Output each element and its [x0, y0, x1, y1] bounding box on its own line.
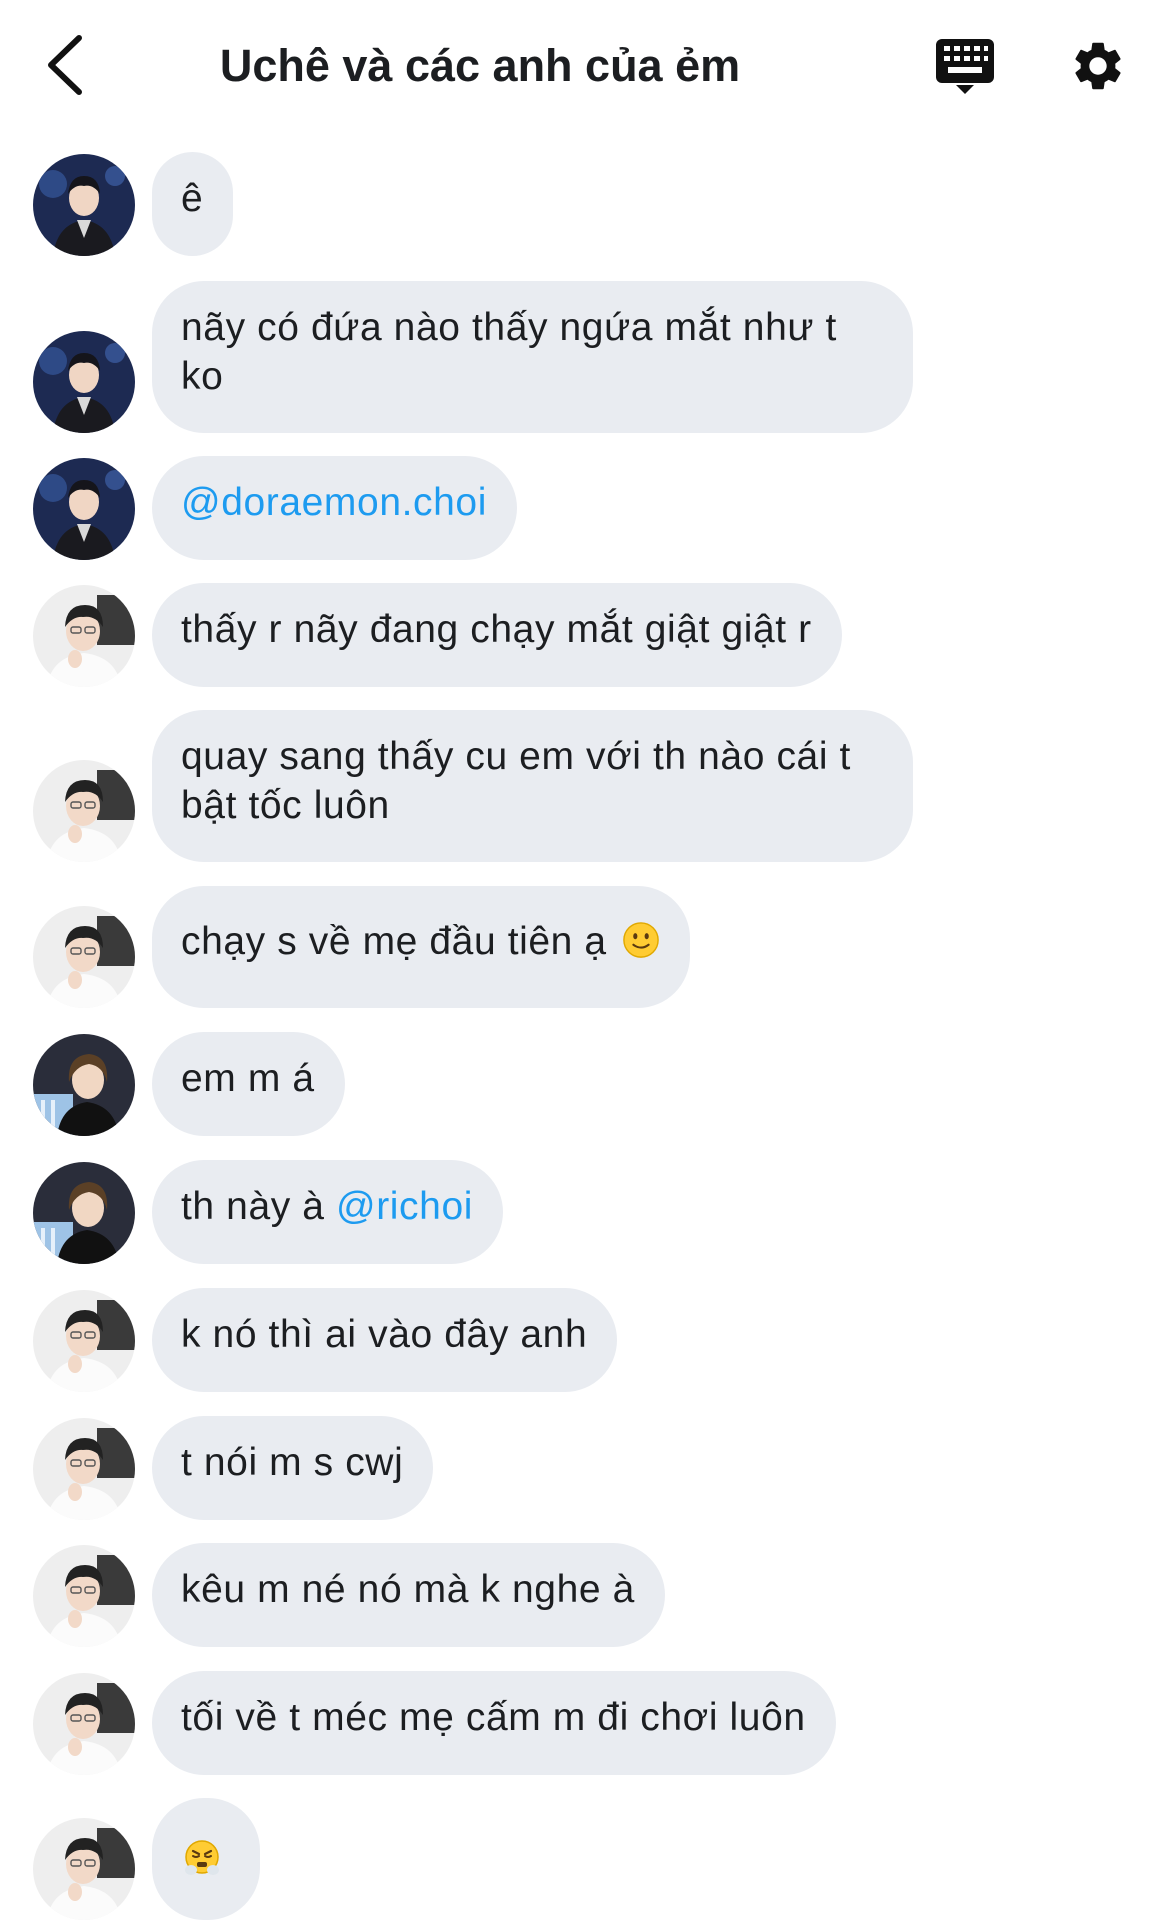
- avatar-image: [33, 1162, 135, 1264]
- face-with-steam-from-nose-emoji: [185, 1840, 219, 1875]
- keyboard-icon: [936, 39, 994, 94]
- avatar[interactable]: [33, 1162, 135, 1264]
- avatar[interactable]: [33, 331, 135, 433]
- avatar[interactable]: [33, 585, 135, 687]
- avatar[interactable]: [33, 458, 135, 560]
- avatar-image: [33, 1034, 135, 1136]
- user-mention-link[interactable]: @doraemon.choi: [181, 481, 487, 524]
- avatar[interactable]: [33, 1290, 135, 1392]
- avatar-image: [33, 585, 135, 687]
- message-text: ê: [181, 177, 204, 220]
- message-text: th này à: [181, 1185, 337, 1228]
- message-bubble[interactable]: k nó thì ai vào đây anh: [152, 1288, 618, 1392]
- message-bubble[interactable]: kêu m né nó mà k nghe à: [152, 1543, 665, 1647]
- message-text: chạy s về mẹ đầu tiên ạ: [181, 920, 607, 963]
- message-bubble[interactable]: thấy r nãy đang chạy mắt giật giật r: [152, 583, 842, 687]
- message-bubble[interactable]: em m á: [152, 1032, 345, 1136]
- message-text-line: bật tốc luôn: [181, 784, 390, 827]
- message-text-line: ko: [181, 355, 224, 398]
- message-bubble[interactable]: t nói m s cwj: [152, 1416, 434, 1520]
- message-bubble[interactable]: quay sang thấy cu em với th nào cái t bậ…: [152, 710, 913, 862]
- message-bubble[interactable]: chạy s về mẹ đầu tiên ạ: [152, 886, 691, 1008]
- back-button[interactable]: [34, 30, 96, 100]
- message-text: tối về t méc mẹ cấm m đi chơi luôn: [181, 1696, 806, 1739]
- avatar-image: [33, 331, 135, 433]
- avatar[interactable]: [33, 1673, 135, 1775]
- settings-button[interactable]: [1064, 32, 1132, 100]
- message-bubble[interactable]: nãy có đứa nào thấy ngứa mắt như t ko: [152, 281, 913, 433]
- avatar[interactable]: [33, 1545, 135, 1647]
- chat-header: Uchê và các anh của ẻm: [0, 0, 1171, 135]
- chat-title: Uchê và các anh của ẻm: [219, 40, 741, 91]
- message-text: k nó thì ai vào đây anh: [181, 1313, 588, 1356]
- message-bubble[interactable]: [152, 1798, 260, 1920]
- message-text-line: quay sang thấy cu em với th nào cái t: [181, 735, 851, 778]
- avatar[interactable]: [33, 1034, 135, 1136]
- message-text: t nói m s cwj: [181, 1441, 404, 1484]
- avatar[interactable]: [33, 1818, 135, 1920]
- avatar-image: [33, 1673, 135, 1775]
- message-bubble[interactable]: ê: [152, 152, 234, 256]
- message-text: em m á: [181, 1057, 315, 1100]
- avatar[interactable]: [33, 1418, 135, 1520]
- slightly-smiling-face-emoji: [623, 922, 659, 958]
- avatar-image: [33, 760, 135, 862]
- avatar-image: [33, 1290, 135, 1392]
- avatar-image: [33, 154, 135, 256]
- message-bubble[interactable]: @doraemon.choi: [152, 456, 517, 560]
- message-bubble[interactable]: tối về t méc mẹ cấm m đi chơi luôn: [152, 1671, 836, 1775]
- message-text-line: nãy có đứa nào thấy ngứa mắt như t: [181, 306, 837, 349]
- avatar[interactable]: [33, 154, 135, 256]
- keyboard-button[interactable]: [930, 34, 1000, 98]
- avatar-image: [33, 906, 135, 1008]
- message-bubble[interactable]: th này à @richoi: [152, 1160, 504, 1264]
- message-text: kêu m né nó mà k nghe à: [181, 1568, 635, 1611]
- avatar-image: [33, 1818, 135, 1920]
- gear-icon: [1075, 42, 1121, 90]
- avatar-image: [33, 1418, 135, 1520]
- chevron-left-icon: [48, 35, 82, 95]
- user-mention-link[interactable]: @richoi: [336, 1185, 473, 1228]
- avatar[interactable]: [33, 906, 135, 1008]
- message-text: thấy r nãy đang chạy mắt giật giật r: [181, 608, 812, 651]
- avatar-image: [33, 458, 135, 560]
- avatar-image: [33, 1545, 135, 1647]
- avatar[interactable]: [33, 760, 135, 862]
